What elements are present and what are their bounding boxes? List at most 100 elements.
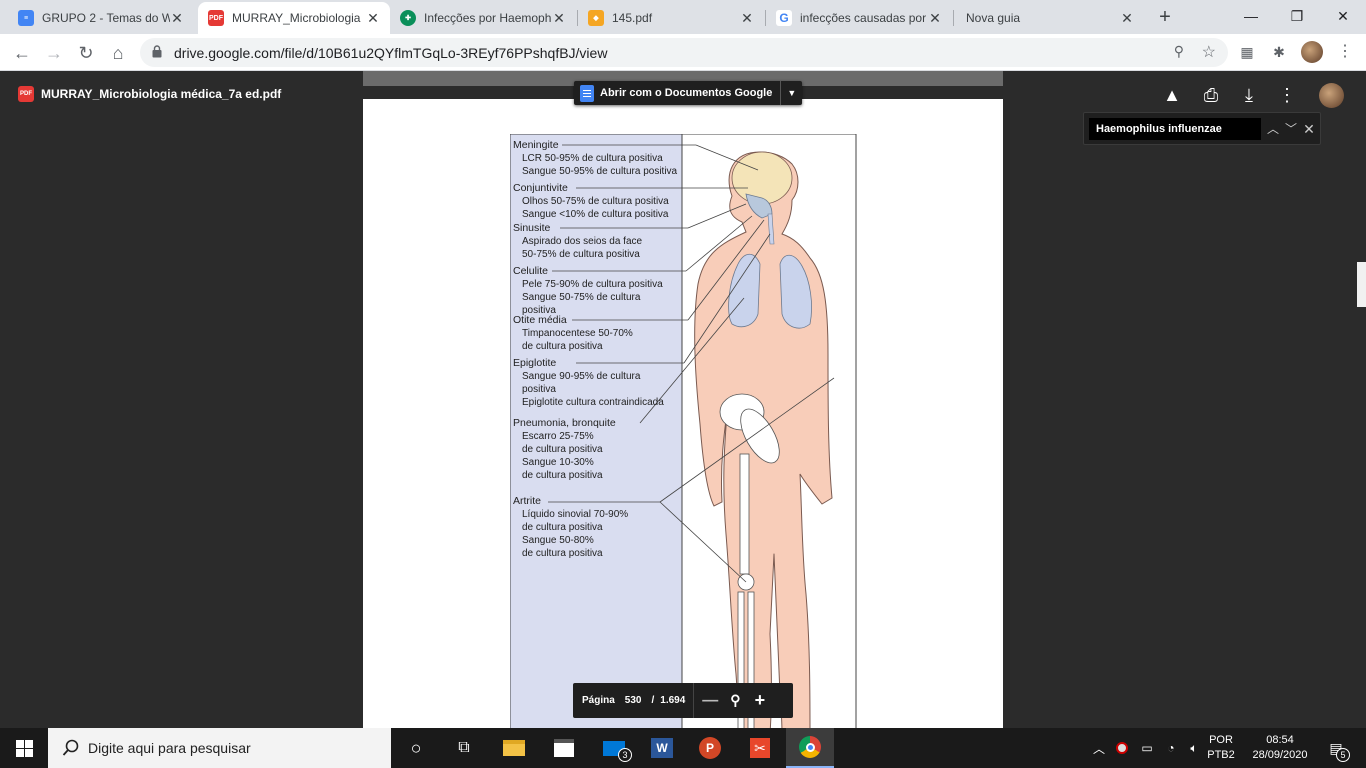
volume-icon[interactable]: 🔈︎ bbox=[1184, 728, 1204, 768]
search-placeholder: Digite aqui para pesquisar bbox=[88, 740, 251, 756]
search-icon bbox=[62, 739, 79, 756]
file-explorer-icon[interactable] bbox=[490, 728, 538, 768]
close-icon[interactable]: ✕ bbox=[928, 10, 942, 27]
home-icon[interactable]: ⌂ bbox=[104, 39, 132, 67]
reload-icon[interactable]: ↻ bbox=[72, 39, 100, 67]
account-avatar[interactable] bbox=[1319, 83, 1344, 108]
figure-item-detail: Epiglotite cultura contraindicada bbox=[522, 397, 664, 408]
page-separator: / bbox=[651, 695, 655, 706]
chevron-down-icon[interactable]: ▼ bbox=[780, 81, 802, 105]
cortana-icon[interactable]: ○ bbox=[392, 728, 440, 768]
lang-top: POR bbox=[1209, 734, 1233, 746]
figure-item-detail: Olhos 50-75% de cultura positiva bbox=[522, 196, 669, 207]
tab-infeccoes-haemophilus[interactable]: ✚ Infecções por Haemoph ✕ bbox=[390, 2, 576, 34]
google-docs-icon: ≡ bbox=[18, 10, 34, 26]
zoom-icon[interactable]: ⚲ bbox=[1174, 43, 1184, 60]
figure-item-title: Celulite bbox=[513, 265, 548, 277]
close-icon[interactable]: ✕ bbox=[1120, 10, 1134, 27]
chevron-up-icon[interactable]: ︿ bbox=[1264, 118, 1282, 140]
profile-avatar[interactable] bbox=[1301, 41, 1323, 63]
store-icon[interactable] bbox=[540, 728, 588, 768]
chevron-up-icon[interactable]: ︿ bbox=[1090, 728, 1108, 768]
close-icon[interactable]: ✕ bbox=[740, 10, 754, 27]
chrome-icon[interactable] bbox=[786, 728, 834, 768]
figure-item-title: Otite média bbox=[513, 314, 567, 326]
close-icon[interactable]: ✕ bbox=[366, 10, 380, 27]
tab-grupo2[interactable]: ≡ GRUPO 2 - Temas do W ✕ bbox=[8, 2, 194, 34]
browser-toolbar: ← → ↻ ⌂ drive.google.com/file/d/10B61u2Q… bbox=[0, 34, 1366, 71]
tab-title: infecções causadas por bbox=[800, 11, 927, 25]
address-bar[interactable]: drive.google.com/file/d/10B61u2QYflmTGqL… bbox=[140, 38, 1228, 67]
page-navigation-bar: Página 530 / 1.694 — ⚲ + bbox=[573, 683, 793, 718]
figure-item-detail: Escarro 25-75% bbox=[522, 431, 594, 442]
print-icon[interactable]: ⎙ bbox=[1199, 83, 1223, 107]
pdf-page: Meningite LCR 50-95% de cultura positiva S… bbox=[363, 99, 1003, 728]
pdf-icon: PDF bbox=[208, 10, 224, 26]
tab-murray[interactable]: PDF MURRAY_Microbiologia ✕ bbox=[198, 2, 390, 34]
lang-bottom: PTB2 bbox=[1207, 749, 1235, 761]
tab-strip: ≡ GRUPO 2 - Temas do W ✕ PDF MURRAY_Micr… bbox=[0, 0, 1366, 34]
find-input[interactable]: Haemophilus influenzae bbox=[1089, 118, 1261, 140]
taskbar-search-box[interactable]: Digite aqui para pesquisar bbox=[48, 728, 391, 768]
notification-center-icon[interactable]: ▤ 5 bbox=[1322, 728, 1350, 768]
page-total: 1.694 bbox=[660, 695, 686, 706]
menu-kebab-icon[interactable]: ⋮ bbox=[1334, 41, 1356, 63]
close-icon[interactable]: ✕ bbox=[170, 10, 184, 27]
figure-item-title: Conjuntivite bbox=[513, 182, 568, 194]
close-window-button[interactable]: ✕ bbox=[1320, 0, 1366, 34]
scrollbar-thumb[interactable] bbox=[1357, 262, 1366, 307]
word-icon[interactable]: W bbox=[638, 728, 686, 768]
apps-icon[interactable]: ▦ bbox=[1236, 41, 1258, 63]
mail-icon[interactable]: 3 bbox=[590, 728, 638, 768]
figure-item-detail: de cultura positiva bbox=[522, 341, 603, 352]
extensions-puzzle-icon[interactable]: ✱ bbox=[1268, 41, 1290, 63]
tab-nova-guia[interactable]: Nova guia ✕ bbox=[954, 2, 1144, 34]
figure-item-title: Sinusite bbox=[513, 222, 551, 234]
close-icon[interactable]: ✕ bbox=[552, 10, 566, 27]
file-title-text: MURRAY_Microbiologia médica_7a ed.pdf bbox=[41, 87, 282, 101]
figure-item-detail: 50-75% de cultura positiva bbox=[522, 249, 640, 260]
zoom-reset-icon[interactable]: ⚲ bbox=[730, 692, 740, 709]
notification-badge: 5 bbox=[1336, 748, 1350, 762]
minimize-button[interactable]: — bbox=[1228, 0, 1274, 34]
figure-item-detail: Sangue 50-75% de cultura bbox=[522, 292, 641, 303]
windows-start-icon[interactable] bbox=[0, 728, 48, 768]
back-icon[interactable]: ← bbox=[8, 39, 36, 67]
new-tab-button[interactable]: + bbox=[1152, 5, 1178, 31]
maximize-button[interactable]: ❐ bbox=[1274, 0, 1320, 34]
language-indicator[interactable]: POR PTB2 bbox=[1206, 728, 1236, 768]
zoom-in-icon[interactable]: + bbox=[755, 690, 766, 711]
figure-item-detail: Líquido sinovial 70-90% bbox=[522, 509, 628, 520]
figure-item-detail: Sangue 10-30% bbox=[522, 457, 594, 468]
antivirus-icon[interactable] bbox=[1112, 728, 1132, 768]
zoom-out-icon[interactable]: — bbox=[702, 692, 718, 710]
figure-item-detail: de cultura positiva bbox=[522, 522, 603, 533]
clock[interactable]: 08:54 28/09/2020 bbox=[1244, 728, 1316, 768]
open-with-docs-button[interactable]: Abrir com o Documentos Google ▼ bbox=[574, 81, 803, 105]
page-current[interactable]: 530 bbox=[625, 695, 642, 706]
bookmark-star-icon[interactable]: ☆ bbox=[1202, 42, 1216, 62]
file-title: PDF MURRAY_Microbiologia médica_7a ed.pd… bbox=[18, 86, 281, 102]
tab-google-search[interactable]: G infecções causadas por ✕ bbox=[766, 2, 952, 34]
figure-item-title: Epiglotite bbox=[513, 357, 556, 369]
tab-145pdf[interactable]: ◆ 145.pdf ✕ bbox=[578, 2, 764, 34]
tab-title: MURRAY_Microbiologia bbox=[232, 11, 361, 25]
powerpoint-icon[interactable]: P bbox=[686, 728, 734, 768]
chevron-down-icon[interactable]: ﹀ bbox=[1282, 118, 1300, 140]
medical-site-icon: ✚ bbox=[400, 10, 416, 26]
battery-icon[interactable]: ▭ bbox=[1137, 728, 1157, 768]
download-icon[interactable]: ⤓ bbox=[1237, 83, 1261, 107]
find-in-document-box: Haemophilus influenzae ︿ ﹀ ✕ bbox=[1083, 112, 1321, 145]
task-view-icon[interactable]: ⧉ bbox=[440, 728, 488, 768]
add-to-drive-icon[interactable]: ▲ bbox=[1160, 83, 1184, 107]
google-icon: G bbox=[776, 10, 792, 26]
snipping-tool-icon[interactable]: ✂ bbox=[736, 728, 784, 768]
tab-title: Infecções por Haemoph bbox=[424, 11, 552, 25]
time: 08:54 bbox=[1266, 734, 1294, 746]
wifi-icon[interactable]: ◔ bbox=[1161, 728, 1181, 768]
forward-icon[interactable]: → bbox=[40, 39, 68, 67]
close-icon[interactable]: ✕ bbox=[1300, 118, 1318, 140]
figure-item-detail: Timpanocentese 50-70% bbox=[522, 328, 633, 339]
lock-icon bbox=[152, 45, 162, 58]
more-options-icon[interactable]: ⋮ bbox=[1275, 83, 1299, 107]
